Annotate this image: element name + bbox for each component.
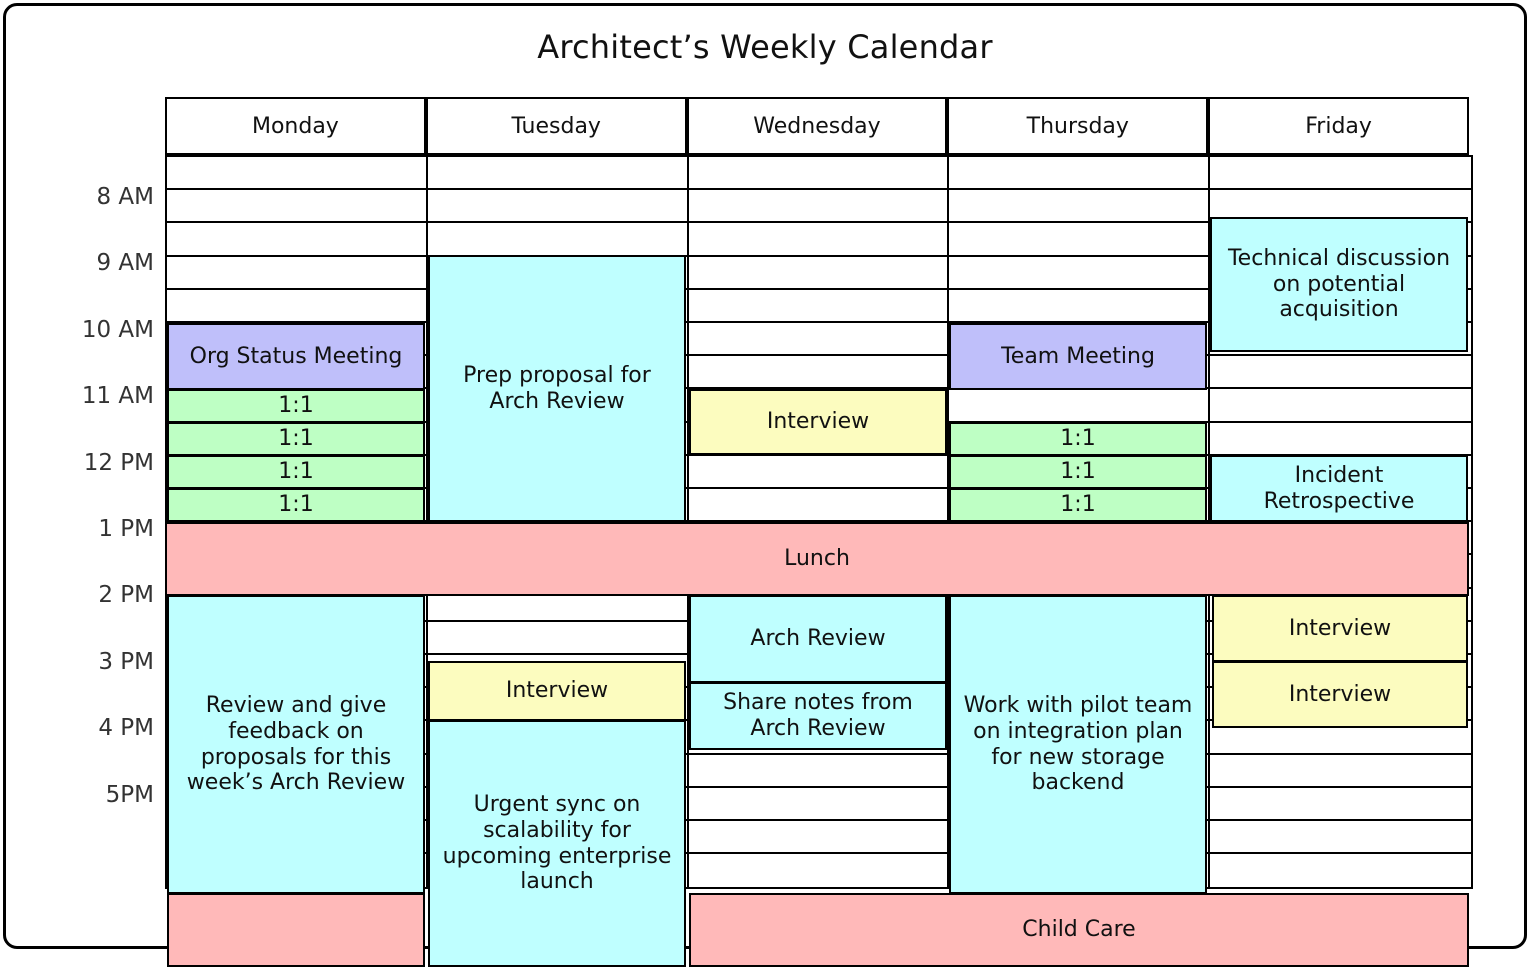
time-slot[interactable]	[686, 321, 952, 359]
time-slot[interactable]	[686, 188, 952, 226]
time-slot[interactable]	[165, 188, 430, 226]
time-slot[interactable]	[686, 453, 952, 491]
time-slot[interactable]	[425, 619, 691, 657]
time-slot[interactable]	[686, 221, 952, 259]
time-axis: 8 AM 9 AM 10 AM 11 AM 12 PM 1 PM 2 PM 3 PM 4 PM 5…	[6, 97, 154, 910]
calendar-frame: Architect’s Weekly Calendar 8 AM 9 AM 10 A…	[3, 3, 1527, 967]
block-tue-interview[interactable]: Interview	[428, 661, 686, 721]
time-slot[interactable]	[1208, 420, 1473, 458]
time-slot[interactable]	[1208, 752, 1473, 790]
time-slot[interactable]	[686, 852, 952, 890]
time-slot[interactable]	[686, 254, 952, 292]
time-slot[interactable]	[1208, 155, 1473, 193]
time-slot[interactable]	[165, 221, 430, 259]
block-wed-share-notes[interactable]: Share notes from Arch Review	[689, 682, 947, 750]
time-slot[interactable]	[425, 155, 691, 193]
time-label-3pm: 3 PM	[98, 648, 154, 675]
block-fri-tech-discussion[interactable]: Technical discussion on potential acquis…	[1210, 217, 1468, 352]
day-header-monday: Monday	[165, 97, 426, 155]
time-slot[interactable]	[165, 254, 430, 292]
calendar-grid: Monday Tuesday Wednesday Thursday Friday Org…	[165, 97, 1473, 967]
time-slot[interactable]	[686, 287, 952, 325]
time-label-9am: 9 AM	[96, 250, 154, 277]
block-thu-1on1-c[interactable]: 1:1	[949, 488, 1207, 522]
block-thu-1on1-b[interactable]: 1:1	[949, 455, 1207, 489]
block-mon-1on1-a[interactable]: 1:1	[167, 389, 425, 423]
block-mon-1on1-c[interactable]: 1:1	[167, 455, 425, 489]
block-thu-team-meeting[interactable]: Team Meeting	[949, 323, 1207, 390]
time-slot[interactable]	[1208, 785, 1473, 823]
day-header-wednesday: Wednesday	[686, 97, 948, 155]
time-slot[interactable]	[947, 188, 1213, 226]
time-slot[interactable]	[165, 155, 430, 193]
time-label-12pm: 12 PM	[83, 449, 154, 476]
time-slot[interactable]	[947, 254, 1213, 292]
block-lunch[interactable]: Lunch	[165, 522, 1469, 596]
block-mon-1on1-d[interactable]: 1:1	[167, 488, 425, 522]
block-fri-interview-b[interactable]: Interview	[1212, 661, 1468, 728]
block-thu-pilot-team[interactable]: Work with pilot team on integration plan…	[949, 595, 1207, 894]
time-slot[interactable]	[1208, 819, 1473, 857]
time-label-8am: 8 AM	[96, 184, 154, 210]
day-header-thursday: Thursday	[947, 97, 1209, 155]
page-title: Architect’s Weekly Calendar	[537, 28, 993, 66]
time-slot[interactable]	[425, 188, 691, 226]
time-slot[interactable]	[1208, 354, 1473, 392]
time-slot[interactable]	[947, 287, 1213, 325]
block-mon-1on1-b[interactable]: 1:1	[167, 422, 425, 456]
block-wed-arch-review[interactable]: Arch Review	[689, 595, 947, 683]
time-label-2pm: 2 PM	[98, 582, 154, 609]
time-label-5pm: 5PM	[105, 781, 154, 808]
time-slot[interactable]	[165, 287, 430, 325]
time-label-1pm: 1 PM	[98, 516, 154, 542]
time-slot[interactable]	[686, 752, 952, 790]
time-slot[interactable]	[425, 221, 691, 259]
day-header-tuesday: Tuesday	[425, 97, 687, 155]
time-slot[interactable]	[686, 155, 952, 193]
time-slot[interactable]	[947, 221, 1213, 259]
block-mon-org-status[interactable]: Org Status Meeting	[167, 323, 425, 390]
time-slot[interactable]	[1208, 852, 1473, 890]
time-slot[interactable]	[686, 354, 952, 392]
time-slot[interactable]	[686, 785, 952, 823]
time-slot[interactable]	[686, 819, 952, 857]
block-tue-prep-proposal[interactable]: Prep proposal for Arch Review	[428, 255, 686, 522]
block-wed-interview[interactable]: Interview	[689, 389, 947, 455]
time-slot[interactable]	[947, 387, 1213, 425]
time-slot[interactable]	[1208, 387, 1473, 425]
time-label-10am: 10 AM	[81, 316, 154, 343]
time-label-4pm: 4 PM	[98, 715, 154, 742]
block-tue-urgent-sync[interactable]: Urgent sync on scalability for upcoming …	[428, 720, 686, 967]
block-fri-incident-retro[interactable]: Incident Retrospective	[1210, 455, 1468, 522]
block-mon-review-feedback[interactable]: Review and give feedback on proposals fo…	[167, 595, 425, 894]
time-slot[interactable]	[947, 155, 1213, 193]
block-fri-interview-a[interactable]: Interview	[1212, 595, 1468, 662]
block-thu-1on1-a[interactable]: 1:1	[949, 422, 1207, 456]
day-header-friday: Friday	[1208, 97, 1469, 155]
time-slot[interactable]	[686, 487, 952, 525]
time-label-11am: 11 AM	[81, 383, 154, 410]
